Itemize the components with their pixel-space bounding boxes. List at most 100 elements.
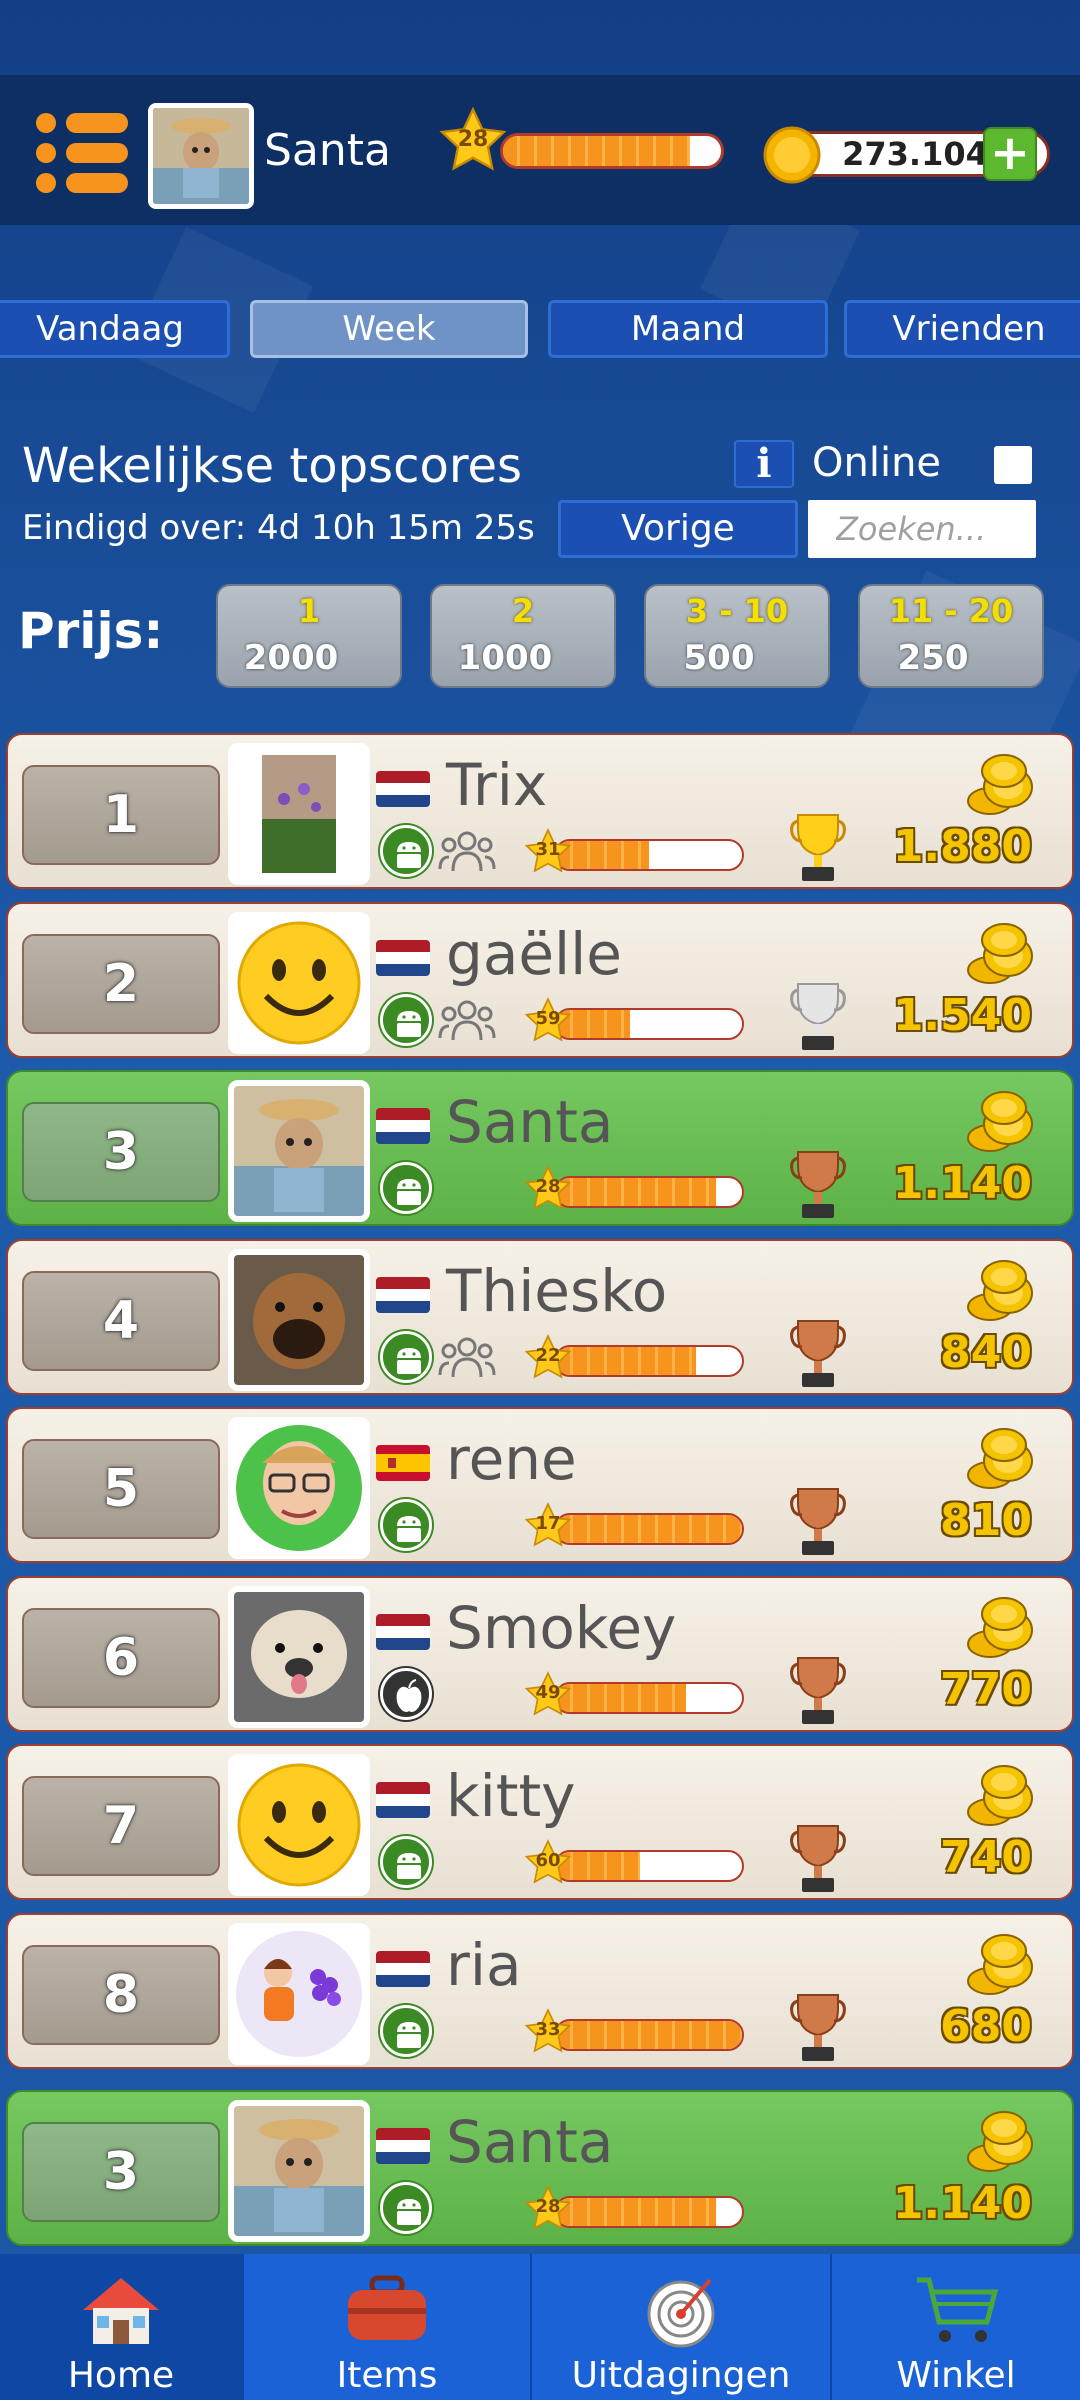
apple-icon (380, 1667, 432, 1720)
nav-items[interactable]: Items (244, 2254, 532, 2400)
tab-maand[interactable]: Maand (548, 300, 828, 358)
coins-stack-icon (964, 1425, 1036, 1491)
level-progress-bar (554, 2196, 744, 2228)
android-icon (380, 1162, 432, 1214)
spain-flag-icon (376, 1445, 430, 1481)
search-input[interactable] (808, 500, 1036, 558)
rank-number: 6 (22, 1607, 220, 1708)
android-icon (380, 1330, 432, 1383)
player-score: 810 (940, 1495, 1032, 1546)
coins-stack-icon (964, 751, 1036, 817)
prize-amount: 250 (897, 638, 969, 678)
tab-vandaag[interactable]: Vandaag (0, 300, 230, 358)
bronze-trophy-icon (790, 1991, 846, 2065)
friends-icon (438, 998, 496, 1042)
netherlands-flag-icon (376, 939, 430, 976)
player-avatar[interactable] (228, 1417, 370, 1559)
level-progress-bar (554, 1513, 744, 1545)
player-score: 680 (940, 2000, 1032, 2052)
level-progress-bar (554, 1850, 744, 1882)
prize-rank: 3 - 10 (685, 592, 789, 630)
player-score: 1.540 (892, 989, 1032, 1041)
friends-icon (438, 1335, 496, 1379)
target-icon (647, 2278, 715, 2348)
level-progress-bar (500, 133, 724, 169)
leaderboard-row[interactable]: 3 Santa 28 1.140 (6, 1070, 1074, 1226)
player-name: ria (446, 1930, 522, 1999)
android-icon (380, 1499, 432, 1551)
player-avatar[interactable] (228, 743, 370, 885)
info-button[interactable]: i (734, 440, 794, 488)
rank-number: 8 (22, 1944, 220, 2045)
player-name: rene (446, 1425, 577, 1493)
user-avatar[interactable] (148, 103, 254, 209)
leaderboard-row[interactable]: 3 Santa 28 1.140 (6, 2090, 1074, 2246)
menu-icon[interactable] (36, 113, 128, 193)
player-name: Thiesko (446, 1256, 668, 1325)
player-avatar[interactable] (228, 2100, 370, 2242)
level-progress-bar (554, 2018, 744, 2051)
online-checkbox[interactable] (994, 446, 1032, 484)
nav-winkel[interactable]: Winkel (832, 2254, 1080, 2400)
player-avatar[interactable] (228, 911, 370, 1054)
android-icon (380, 1836, 432, 1888)
prize-rank: 1 (297, 592, 321, 630)
leaderboard-row[interactable]: 2 gaëlle 59 1.540 (6, 901, 1074, 1058)
nav-label: Items (336, 2355, 438, 2396)
cart-icon (917, 2277, 999, 2342)
level-progress-bar (554, 1007, 744, 1040)
android-icon (380, 2182, 432, 2234)
player-name: Trix (446, 751, 548, 819)
player-avatar[interactable] (228, 1585, 370, 1728)
leaderboard-row[interactable]: 7 kitty 60 740 (6, 1744, 1074, 1900)
player-name: Santa (446, 1088, 614, 1156)
player-name: gaëlle (446, 919, 622, 988)
coins-stack-icon (964, 1931, 1036, 1997)
player-avatar[interactable] (228, 1248, 370, 1391)
player-avatar[interactable] (228, 1754, 370, 1896)
netherlands-flag-icon (376, 771, 430, 807)
rank-number: 7 (22, 1776, 220, 1876)
rank-number: 5 (22, 1439, 220, 1539)
add-coins-button[interactable]: + (983, 127, 1037, 181)
username: Santa (264, 125, 391, 176)
top-bar: Santa 28 273.104 + (0, 75, 1080, 225)
level-number: 22 (535, 1344, 561, 1366)
level-progress-bar (554, 1681, 744, 1714)
previous-button[interactable]: Vorige (558, 500, 798, 558)
nav-label: Winkel (896, 2355, 1016, 2396)
bronze-trophy-icon (790, 1485, 846, 1559)
leaderboard-row[interactable]: 6 Smokey 49 770 (6, 1575, 1074, 1732)
bronze-trophy-icon (790, 1822, 846, 1896)
tab-vrienden[interactable]: Vrienden (844, 300, 1080, 358)
android-icon (380, 825, 432, 877)
leaderboard-row[interactable]: 5 rene 17 810 (6, 1407, 1074, 1563)
gold-trophy-icon (790, 811, 846, 885)
tab-week[interactable]: Week (250, 300, 528, 358)
bronze-trophy-icon (790, 1317, 846, 1391)
prize-amount: 1000 (457, 638, 553, 678)
level-number: 31 (535, 839, 561, 860)
player-avatar[interactable] (228, 1080, 370, 1222)
player-name: kitty (446, 1762, 576, 1830)
player-name: Santa (446, 2108, 614, 2176)
coins-stack-icon (964, 1088, 1036, 1154)
level-number: 59 (535, 1007, 561, 1029)
netherlands-flag-icon (376, 2128, 430, 2164)
prize-rank: 11 - 20 (888, 592, 1014, 630)
nav-uitdagingen[interactable]: Uitdagingen (532, 2254, 832, 2400)
bronze-trophy-icon (790, 1148, 846, 1222)
coins-stack-icon (964, 2108, 1036, 2174)
leaderboard-row[interactable]: 4 Thiesko 22 840 (6, 1238, 1074, 1395)
player-avatar[interactable] (228, 1922, 370, 2065)
leaderboard-row[interactable]: 8 ria 33 680 (6, 1912, 1074, 2069)
leaderboard-title: Wekelijkse topscores (22, 438, 523, 494)
nav-home[interactable]: Home (0, 2254, 244, 2400)
level-number: 28 (535, 2196, 561, 2217)
coins-stack-icon (964, 1762, 1036, 1828)
netherlands-flag-icon (376, 1613, 430, 1650)
level-number: 33 (535, 2018, 561, 2040)
rank-number: 1 (22, 765, 220, 865)
level-number: 28 (535, 1176, 561, 1197)
leaderboard-row[interactable]: 1 Trix 31 1.880 (6, 733, 1074, 889)
